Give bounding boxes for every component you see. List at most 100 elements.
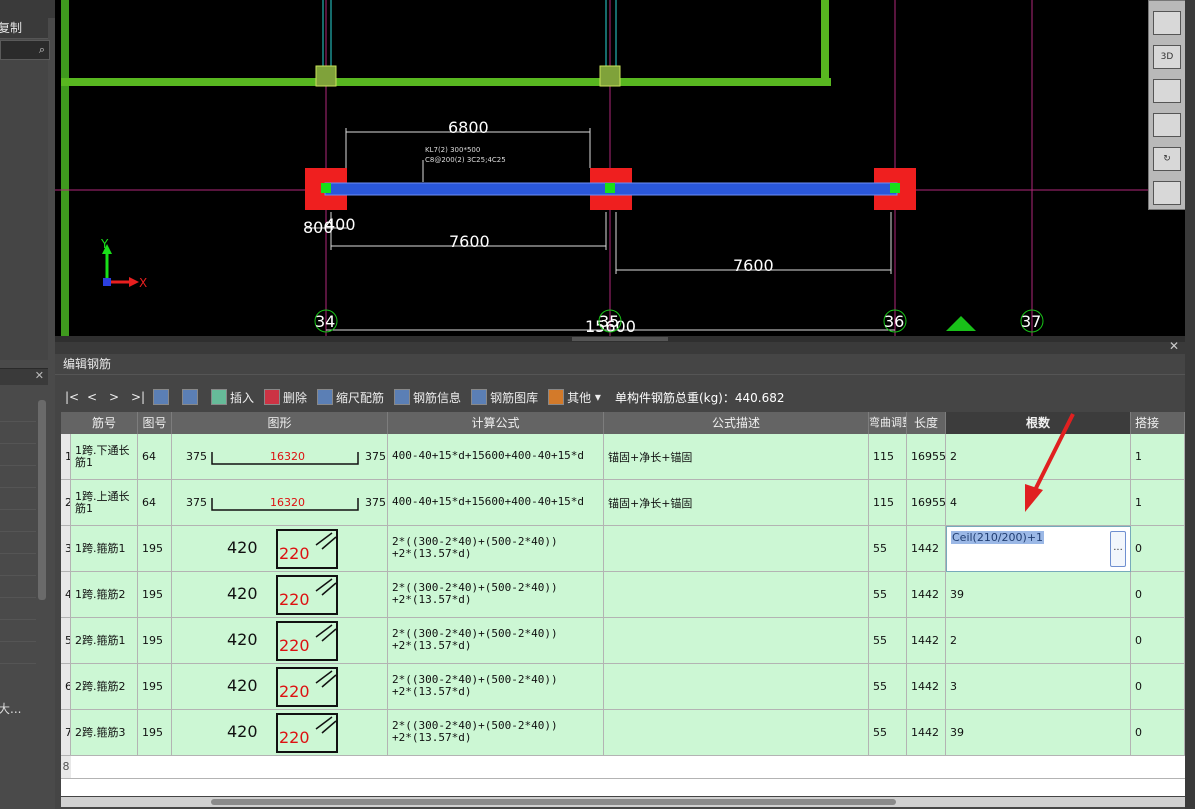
fig-no-cell[interactable]: 195 <box>138 710 172 756</box>
formula-desc-cell[interactable] <box>604 664 869 710</box>
cube-view-icon[interactable] <box>1153 79 1181 103</box>
formula-cell[interactable]: 2*((300-2*40)+(500-2*40)) +2*(13.57*d) <box>388 526 604 572</box>
col-formula[interactable]: 计算公式 <box>388 412 604 434</box>
scale-rebar-button[interactable]: 缩尺配筋 <box>317 389 384 406</box>
shape-cell[interactable]: 420 220 <box>172 664 388 710</box>
count-cell[interactable]: 39 <box>946 572 1131 618</box>
length-cell[interactable]: 1442 <box>907 526 946 572</box>
fig-no-cell[interactable]: 64 <box>138 480 172 526</box>
length-cell[interactable]: 1442 <box>907 664 946 710</box>
insert-button[interactable]: 插入 <box>211 389 254 406</box>
formula-desc-cell[interactable] <box>604 710 869 756</box>
grid-view-icon[interactable] <box>1153 181 1181 205</box>
length-cell[interactable]: 16955 <box>907 480 946 526</box>
bar-name-cell[interactable]: 1跨.上通长筋1 <box>71 480 138 526</box>
bar-name-cell[interactable]: 2跨.箍筋3 <box>71 710 138 756</box>
table-row-empty[interactable]: 8 <box>61 756 1185 779</box>
rebar-info-button[interactable]: 钢筋信息 <box>394 389 461 406</box>
shape-cell[interactable]: 420 220 <box>172 572 388 618</box>
table-row[interactable]: 72跨.箍筋3195 420 220 2*((300-2*40)+(500-2*40)… <box>61 710 1185 756</box>
formula-desc-cell[interactable] <box>604 572 869 618</box>
delete-button[interactable]: 删除 <box>264 389 307 406</box>
first-button[interactable]: |< <box>65 390 83 404</box>
bend-cell[interactable]: 115 <box>869 434 907 480</box>
bend-cell[interactable]: 55 <box>869 710 907 756</box>
top-view-icon[interactable] <box>1153 11 1181 35</box>
cad-viewport[interactable]: KL7(2) 300*500 C8@200(2) 3C25;4C25 6800 … <box>55 0 1185 336</box>
move-down-button[interactable] <box>182 389 201 405</box>
prev-button[interactable]: < <box>87 390 105 404</box>
col-bar-no[interactable]: 筋号 <box>71 412 138 434</box>
rotate-icon[interactable]: ↻ <box>1153 147 1181 171</box>
count-edit-value[interactable]: Ceil(210/200)+1 <box>951 531 1045 544</box>
fig-no-cell[interactable]: 195 <box>138 526 172 572</box>
formula-desc-cell[interactable] <box>604 526 869 572</box>
shape-cell[interactable]: 420 220 <box>172 526 388 572</box>
bend-cell[interactable]: 55 <box>869 664 907 710</box>
next-button[interactable]: > <box>109 390 127 404</box>
length-cell[interactable]: 16955 <box>907 434 946 480</box>
col-shape[interactable]: 图形 <box>172 412 388 434</box>
left-scrollbar[interactable] <box>38 400 46 600</box>
lap-cell[interactable]: 0 <box>1131 526 1185 572</box>
count-edit-input[interactable]: Ceil(210/200)+1... <box>946 526 1131 572</box>
col-length[interactable]: 长度 <box>907 412 946 434</box>
formula-desc-cell[interactable] <box>604 618 869 664</box>
bar-name-cell[interactable]: 1跨.箍筋1 <box>71 526 138 572</box>
close-icon[interactable]: ✕ <box>1169 339 1179 353</box>
count-cell[interactable]: 39 <box>946 710 1131 756</box>
last-button[interactable]: >| <box>131 390 149 404</box>
table-row[interactable]: 21跨.上通长筋164 375 16320 375 400-40+15*d+15600+… <box>61 480 1185 526</box>
formula-cell[interactable]: 2*((300-2*40)+(500-2*40)) +2*(13.57*d) <box>388 664 604 710</box>
shape-cell[interactable]: 420 220 <box>172 710 388 756</box>
length-cell[interactable]: 1442 <box>907 618 946 664</box>
scroll-thumb[interactable] <box>211 799 896 805</box>
other-menu-button[interactable]: 其他 ▾ <box>548 389 601 406</box>
formula-cell[interactable]: 2*((300-2*40)+(500-2*40)) +2*(13.57*d) <box>388 710 604 756</box>
bend-cell[interactable]: 55 <box>869 618 907 664</box>
formula-cell[interactable]: 400-40+15*d+15600+400-40+15*d <box>388 434 604 480</box>
formula-desc-cell[interactable]: 锚固+净长+锚固 <box>604 480 869 526</box>
bend-cell[interactable]: 55 <box>869 526 907 572</box>
horizontal-scrollbar[interactable] <box>61 797 1185 807</box>
bar-name-cell[interactable]: 2跨.箍筋2 <box>71 664 138 710</box>
shape-cell[interactable]: 375 16320 375 <box>172 480 388 526</box>
bar-name-cell[interactable]: 2跨.箍筋1 <box>71 618 138 664</box>
3d-view-icon[interactable]: 3D <box>1153 45 1181 69</box>
move-up-button[interactable] <box>153 389 172 405</box>
col-bend-adjust[interactable]: 弯曲调整 <box>869 412 907 434</box>
lap-cell[interactable]: 0 <box>1131 664 1185 710</box>
copy-tab[interactable]: 复制 <box>0 16 48 39</box>
length-cell[interactable]: 1442 <box>907 710 946 756</box>
left-search-input[interactable]: ⌕ <box>0 40 50 60</box>
count-cell[interactable]: 3 <box>946 664 1131 710</box>
fig-no-cell[interactable]: 195 <box>138 664 172 710</box>
formula-cell[interactable]: 2*((300-2*40)+(500-2*40)) +2*(13.57*d) <box>388 572 604 618</box>
formula-cell[interactable]: 2*((300-2*40)+(500-2*40)) +2*(13.57*d) <box>388 618 604 664</box>
fig-no-cell[interactable]: 195 <box>138 572 172 618</box>
shape-cell[interactable]: 420 220 <box>172 618 388 664</box>
fig-no-cell[interactable]: 64 <box>138 434 172 480</box>
count-cell[interactable]: 2 <box>946 618 1131 664</box>
close-icon[interactable]: ✕ <box>35 369 44 382</box>
search-icon[interactable]: ⌕ <box>39 43 45 57</box>
ellipsis-button[interactable]: ... <box>1110 531 1126 567</box>
formula-cell[interactable]: 400-40+15*d+15600+400-40+15*d <box>388 480 604 526</box>
lap-cell[interactable]: 0 <box>1131 618 1185 664</box>
col-formula-desc[interactable]: 公式描述 <box>604 412 869 434</box>
lap-cell[interactable]: 0 <box>1131 710 1185 756</box>
rebar-library-button[interactable]: 钢筋图库 <box>471 389 538 406</box>
table-row[interactable]: 52跨.箍筋1195 420 220 2*((300-2*40)+(500-2*40)… <box>61 618 1185 664</box>
table-row[interactable]: 11跨.下通长筋164 375 16320 375 400-40+15*d+15600+… <box>61 434 1185 480</box>
table-row[interactable]: 41跨.箍筋2195 420 220 2*((300-2*40)+(500-2*40)… <box>61 572 1185 618</box>
col-fig-no[interactable]: 图号 <box>138 412 172 434</box>
box-view-icon[interactable] <box>1153 113 1181 137</box>
fig-no-cell[interactable]: 195 <box>138 618 172 664</box>
table-row[interactable]: 62跨.箍筋2195 420 220 2*((300-2*40)+(500-2*40)… <box>61 664 1185 710</box>
bar-name-cell[interactable]: 1跨.下通长筋1 <box>71 434 138 480</box>
formula-desc-cell[interactable]: 锚固+净长+锚固 <box>604 434 869 480</box>
bend-cell[interactable]: 115 <box>869 480 907 526</box>
bend-cell[interactable]: 55 <box>869 572 907 618</box>
length-cell[interactable]: 1442 <box>907 572 946 618</box>
shape-cell[interactable]: 375 16320 375 <box>172 434 388 480</box>
